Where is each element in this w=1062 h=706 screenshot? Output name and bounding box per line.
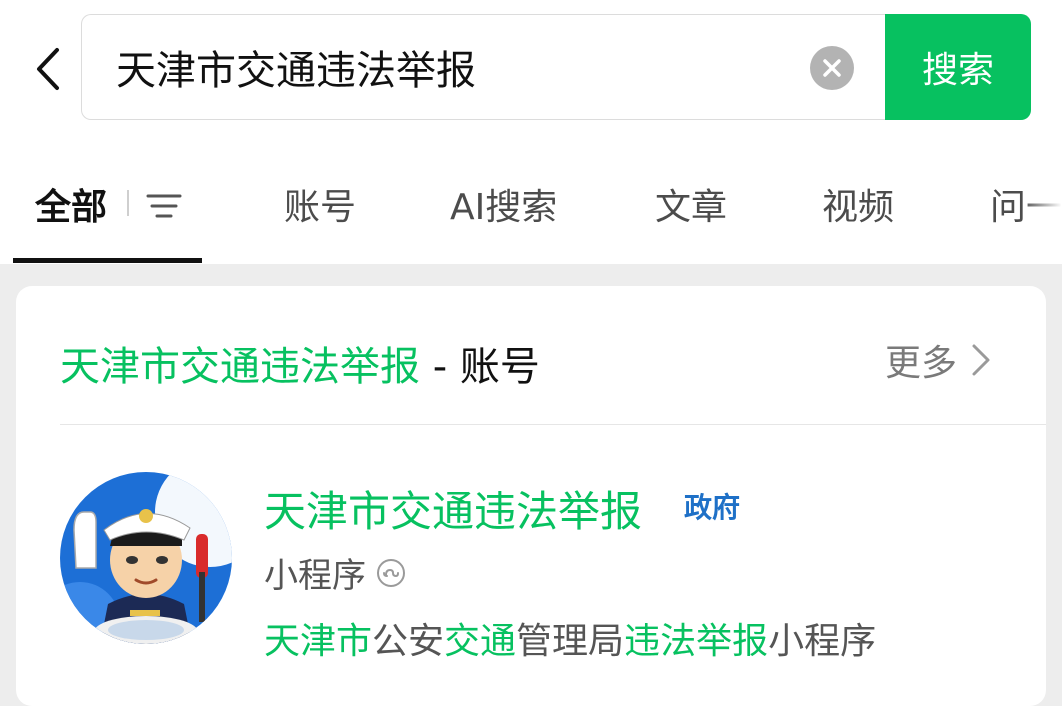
desc-part: 交通: [444, 621, 517, 662]
divider: [60, 424, 1046, 425]
active-tab-indicator: [13, 258, 202, 263]
avatar: [60, 472, 232, 644]
chevron-left-icon: [37, 48, 59, 90]
desc-part: 管理局: [516, 621, 625, 662]
desc-part: 公安: [372, 621, 445, 662]
more-link[interactable]: 更多: [885, 334, 991, 386]
section-title: 天津市交通违法举报 - 账号: [60, 334, 540, 392]
search-input[interactable]: [116, 37, 796, 97]
tab-bar: 全部 账号 AI搜索 文章 视频 问一: [0, 160, 1062, 264]
result-description: 天津市公安交通管理局违法举报小程序: [264, 612, 876, 664]
tab-ai-search[interactable]: AI搜索: [450, 178, 557, 230]
clear-icon: [823, 59, 841, 77]
section-title-suffix: - 账号: [420, 344, 540, 390]
back-button[interactable]: [28, 44, 68, 94]
tab-all[interactable]: 全部: [35, 178, 107, 230]
search-box: [81, 14, 885, 120]
account-results-card: 天津市交通违法举报 - 账号 更多 天津市交通违法举报 政府 小程序 天津市公安…: [16, 286, 1046, 706]
chevron-right-icon: [972, 344, 990, 376]
tab-fade: [1022, 160, 1062, 260]
tab-separator: [127, 190, 129, 216]
result-type: 小程序: [264, 548, 406, 597]
traffic-police-avatar-icon: [60, 472, 232, 644]
section-title-highlight: 天津市交通违法举报: [60, 344, 420, 390]
header: 搜索 全部 账号 AI搜索 文章 视频 问一: [0, 0, 1062, 264]
tab-accounts[interactable]: 账号: [284, 178, 356, 230]
result-item[interactable]: 天津市交通违法举报 政府 小程序 天津市公安交通管理局违法举报小程序: [16, 426, 1046, 706]
desc-part: 违法举报: [624, 621, 769, 662]
desc-part: 天津市: [264, 621, 373, 662]
miniprogram-icon: [377, 558, 405, 587]
more-label: 更多: [885, 343, 958, 384]
tab-articles[interactable]: 文章: [655, 178, 727, 230]
desc-part: 小程序: [768, 621, 877, 662]
filter-icon[interactable]: [144, 186, 184, 226]
clear-search-button[interactable]: [810, 46, 854, 90]
result-name[interactable]: 天津市交通违法举报: [264, 478, 642, 539]
result-type-label: 小程序: [264, 556, 366, 596]
government-badge: 政府: [684, 491, 741, 524]
search-button[interactable]: 搜索: [885, 14, 1031, 120]
tab-videos[interactable]: 视频: [822, 178, 894, 230]
